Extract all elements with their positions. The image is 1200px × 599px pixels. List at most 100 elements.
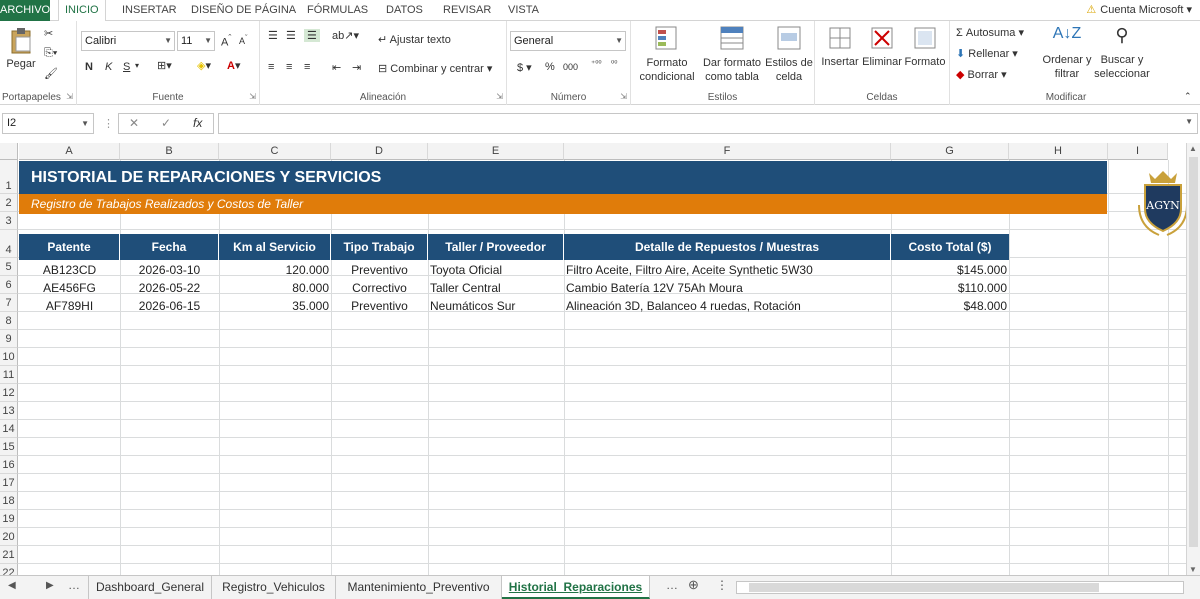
format-painter-icon[interactable]: 🖌 bbox=[44, 67, 58, 80]
agyn-logo[interactable]: AGYN bbox=[1135, 165, 1186, 237]
scroll-thumb[interactable] bbox=[1189, 157, 1198, 547]
bold-button[interactable]: N bbox=[85, 61, 93, 73]
collapse-ribbon-icon[interactable]: ⌃ bbox=[1184, 91, 1192, 102]
column-header-i[interactable]: I bbox=[1108, 143, 1168, 160]
row-header-21[interactable]: 21 bbox=[0, 546, 18, 564]
cell-km[interactable]: 120.000 bbox=[219, 261, 331, 279]
conditional-format-button[interactable]: Formato condicional bbox=[633, 25, 701, 84]
row-header-19[interactable]: 19 bbox=[0, 510, 18, 528]
italic-button[interactable]: K bbox=[105, 61, 112, 73]
row-header-7[interactable]: 7 bbox=[0, 294, 18, 312]
name-box[interactable]: I2 ▼ bbox=[2, 113, 94, 134]
cell-taller[interactable]: Neumáticos Sur bbox=[428, 297, 564, 315]
cell-detalle[interactable]: Cambio Batería 12V 75Ah Moura bbox=[564, 279, 891, 297]
format-as-table-button[interactable]: Dar formato como tabla bbox=[701, 25, 763, 84]
row-header-10[interactable]: 10 bbox=[0, 348, 18, 366]
header-detalle[interactable]: Detalle de Repuestos / Muestras bbox=[564, 234, 891, 260]
row-header-14[interactable]: 14 bbox=[0, 420, 18, 438]
decrease-decimal-icon[interactable]: ⁰⁰ bbox=[611, 59, 617, 68]
paste-button[interactable]: Pegar bbox=[4, 27, 38, 70]
vertical-scrollbar[interactable]: ▲ ▼ bbox=[1186, 143, 1200, 575]
insert-function-icon[interactable]: fx bbox=[193, 114, 202, 133]
enter-icon[interactable]: ✓ bbox=[161, 114, 171, 133]
more-sheets-left-icon[interactable]: … bbox=[68, 578, 80, 592]
clear-button[interactable]: ◆ Borrar ▾ bbox=[956, 68, 1007, 81]
row-header-18[interactable]: 18 bbox=[0, 492, 18, 510]
decrease-indent-icon[interactable]: ⇤ bbox=[332, 61, 341, 74]
header-tipo[interactable]: Tipo Trabajo bbox=[331, 234, 428, 260]
autosum-button[interactable]: Σ Autosuma ▾ bbox=[956, 26, 1024, 39]
row-header-6[interactable]: 6 bbox=[0, 276, 18, 294]
cell-tipo[interactable]: Preventivo bbox=[331, 297, 428, 315]
tab-formulas[interactable]: FÓRMULAS bbox=[301, 0, 374, 21]
sheet-tab-mantenimiento[interactable]: Mantenimiento_Preventivo bbox=[336, 576, 502, 599]
tab-vista[interactable]: VISTA bbox=[502, 0, 545, 21]
row-header-15[interactable]: 15 bbox=[0, 438, 18, 456]
column-header-h[interactable]: H bbox=[1009, 143, 1108, 160]
header-taller[interactable]: Taller / Proveedor bbox=[428, 234, 564, 260]
tab-inicio[interactable]: INICIO bbox=[58, 0, 106, 22]
tab-diseno-pagina[interactable]: DISEÑO DE PÁGINA bbox=[185, 0, 302, 21]
fill-color-icon[interactable]: ◈▾ bbox=[197, 59, 211, 72]
column-header-b[interactable]: B bbox=[120, 143, 219, 160]
add-sheet-icon[interactable]: ⊕ bbox=[688, 577, 699, 593]
column-header-e[interactable]: E bbox=[428, 143, 564, 160]
number-format-combo[interactable]: General ▼ bbox=[510, 31, 626, 51]
horizontal-scrollbar[interactable] bbox=[736, 581, 1184, 594]
tab-datos[interactable]: DATOS bbox=[380, 0, 429, 21]
sheet-tab-historial[interactable]: Historial_Reparaciones bbox=[502, 576, 650, 599]
row-header-5[interactable]: 5 bbox=[0, 258, 18, 276]
align-left-icon[interactable]: ≡ bbox=[268, 61, 274, 73]
align-right-icon[interactable]: ≡ bbox=[304, 61, 310, 73]
header-km[interactable]: Km al Servicio bbox=[219, 234, 331, 260]
select-all-corner[interactable] bbox=[0, 143, 18, 160]
scroll-down-icon[interactable]: ▼ bbox=[1189, 565, 1197, 574]
increase-indent-icon[interactable]: ⇥ bbox=[352, 61, 361, 74]
row-header-4[interactable]: 4 bbox=[0, 230, 18, 258]
cell-costo[interactable]: $110.000 bbox=[891, 279, 1009, 297]
account-menu[interactable]: ⚠ Cuenta Microsoft ▾ bbox=[1086, 3, 1192, 16]
dialog-launcher-icon[interactable]: ⇲ bbox=[66, 92, 73, 101]
chevron-down-icon[interactable]: ▾ bbox=[135, 61, 139, 70]
split-handle-icon[interactable]: ⋮ bbox=[716, 578, 728, 592]
find-select-button[interactable]: ⚲ Buscar y seleccionar bbox=[1092, 25, 1152, 81]
cancel-icon[interactable]: ✕ bbox=[129, 114, 139, 133]
cell-patente[interactable]: AE456FG bbox=[19, 279, 120, 297]
wrap-text-button[interactable]: ↵ Ajustar texto bbox=[378, 33, 451, 46]
shrink-font-icon[interactable]: Aˇ bbox=[239, 33, 248, 46]
cell-km[interactable]: 35.000 bbox=[219, 297, 331, 315]
row-header-1[interactable]: 1 bbox=[0, 160, 18, 194]
dialog-launcher-icon[interactable]: ⇲ bbox=[620, 92, 627, 101]
row-header-8[interactable]: 8 bbox=[0, 312, 18, 330]
column-header-c[interactable]: C bbox=[219, 143, 331, 160]
row-header-16[interactable]: 16 bbox=[0, 456, 18, 474]
sort-filter-button[interactable]: A↓Z Ordenar y filtrar bbox=[1042, 25, 1092, 81]
cell-detalle[interactable]: Filtro Aceite, Filtro Aire, Aceite Synth… bbox=[564, 261, 891, 279]
cell-tipo[interactable]: Correctivo bbox=[331, 279, 428, 297]
formula-input[interactable]: ▼ bbox=[218, 113, 1198, 134]
column-header-d[interactable]: D bbox=[331, 143, 428, 160]
align-bottom-icon[interactable]: ☰ bbox=[304, 29, 320, 42]
align-middle-icon[interactable]: ☰ bbox=[286, 29, 296, 42]
tab-archivo[interactable]: ARCHIVO bbox=[0, 0, 50, 21]
column-header-f[interactable]: F bbox=[564, 143, 891, 160]
cell-styles-button[interactable]: Estilos de celda bbox=[765, 25, 813, 84]
cell-costo[interactable]: $48.000 bbox=[891, 297, 1009, 315]
grow-font-icon[interactable]: Aˆ bbox=[221, 33, 231, 49]
increase-decimal-icon[interactable]: ⁺⁰⁰ bbox=[591, 59, 602, 68]
font-color-icon[interactable]: A▾ bbox=[227, 59, 240, 72]
row-header-22[interactable]: 22 bbox=[0, 564, 18, 575]
row-header-9[interactable]: 9 bbox=[0, 330, 18, 348]
sheet-tab-registro[interactable]: Registro_Vehiculos bbox=[212, 576, 336, 599]
percent-button[interactable]: % bbox=[545, 61, 555, 73]
orientation-icon[interactable]: ab↗▾ bbox=[332, 29, 359, 42]
font-name-combo[interactable]: Calibri ▼ bbox=[81, 31, 175, 51]
dialog-launcher-icon[interactable]: ⇲ bbox=[249, 92, 256, 101]
cell-fecha[interactable]: 2026-06-15 bbox=[120, 297, 219, 315]
cell-taller[interactable]: Toyota Oficial bbox=[428, 261, 564, 279]
worksheet[interactable]: A B C D E F G H I 1 2 3 4 5 6 7 8 9 10 11 12 13 14 15 1… bbox=[0, 143, 1186, 575]
cell-costo[interactable]: $145.000 bbox=[891, 261, 1009, 279]
cell-patente[interactable]: AB123CD bbox=[19, 261, 120, 279]
cell-fecha[interactable]: 2026-05-22 bbox=[120, 279, 219, 297]
currency-button[interactable]: $ ▾ bbox=[517, 61, 532, 74]
